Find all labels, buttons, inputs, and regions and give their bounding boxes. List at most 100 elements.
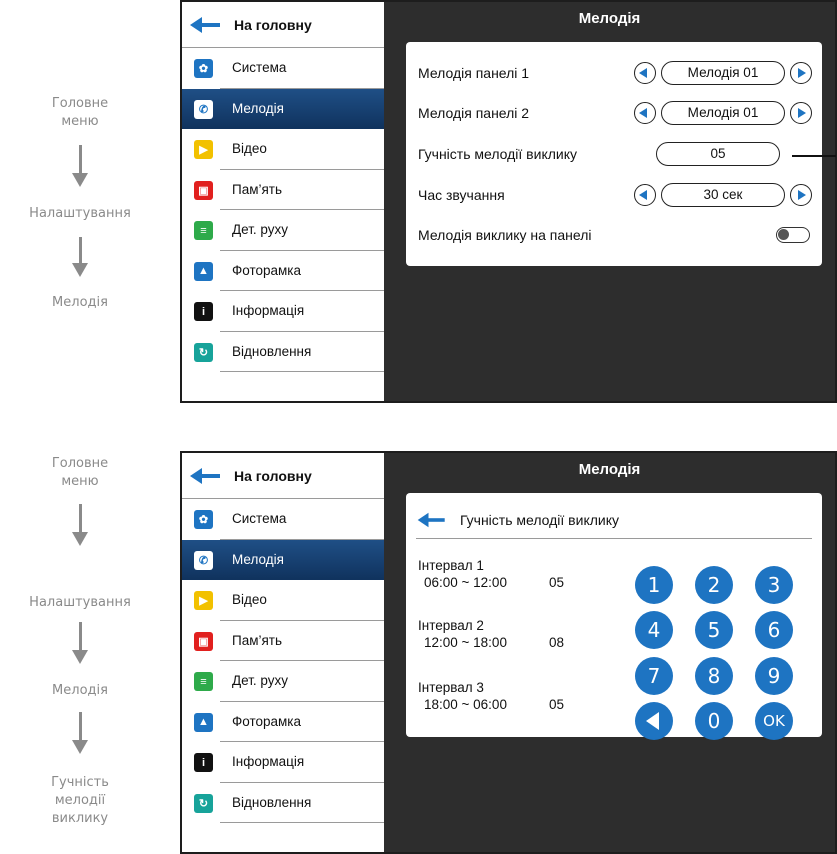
- keypad-header-label: Гучність мелодії виклику: [460, 511, 619, 528]
- side-menu: На головну ✿ Система ✆ Мелодія ▶ Відео ▣ Пам…: [182, 453, 384, 852]
- menu-item-restore[interactable]: ↻ Відновлення: [194, 783, 384, 823]
- menu-item-motion[interactable]: ≡ Дет. руху: [194, 661, 384, 702]
- panel2-melody-value: Мелодія 01: [661, 101, 785, 125]
- back-arrow-icon[interactable]: [417, 511, 449, 529]
- next-arrow-icon[interactable]: [790, 62, 812, 84]
- restore-icon: ↻: [194, 342, 213, 362]
- menu-item-photoframe[interactable]: ▲ Фоторамка: [194, 702, 384, 742]
- key-9[interactable]: 9: [755, 657, 793, 695]
- motion-icon: ≡: [194, 221, 213, 240]
- memory-icon: ▣: [194, 631, 213, 651]
- flow-text: Мелодія: [52, 683, 108, 698]
- interval-name: Інтервал 2: [418, 618, 484, 633]
- flow-step-main-menu: Головне меню: [0, 95, 160, 131]
- flow-text: Гучність мелодії виклику: [51, 775, 109, 826]
- key-8[interactable]: 8: [695, 657, 733, 695]
- menu-item-restore[interactable]: ↻ Відновлення: [194, 332, 384, 372]
- prev-arrow-icon[interactable]: [634, 184, 656, 206]
- next-arrow-icon[interactable]: [790, 184, 812, 206]
- menu-item-motion[interactable]: ≡ Дет. руху: [194, 210, 384, 251]
- interval-name: Інтервал 3: [418, 680, 484, 695]
- picture-icon: ▲: [194, 712, 213, 732]
- home-button[interactable]: На головну: [182, 2, 384, 48]
- backspace-key-icon[interactable]: [635, 702, 673, 740]
- interval-range: 06:00 ~ 12:00: [424, 575, 507, 590]
- info-icon: i: [194, 302, 213, 321]
- panel2-melody-label: Мелодія панелі 2: [418, 105, 530, 121]
- flow-arrow-down-icon: [72, 504, 88, 546]
- flow-step-main-menu: Головне меню: [0, 455, 160, 491]
- key-2[interactable]: 2: [695, 566, 733, 604]
- menu-item-label: Фоторамка: [232, 262, 302, 278]
- key-1[interactable]: 1: [635, 566, 673, 604]
- menu-item-system[interactable]: ✿ Система: [194, 48, 384, 89]
- menu-item-video[interactable]: ▶ Відео: [194, 129, 384, 170]
- flow-text: Налаштування: [29, 595, 131, 610]
- phone-icon: ✆: [194, 99, 213, 119]
- menu-item-label: Система: [232, 60, 287, 76]
- next-arrow-icon[interactable]: [790, 102, 812, 124]
- back-arrow-icon: [190, 15, 224, 35]
- flow-text: Головне меню: [51, 456, 109, 489]
- menu-item-info[interactable]: i Інформація: [194, 742, 384, 783]
- flow-text: Головне меню: [51, 96, 109, 129]
- menu-item-label: Дет. руху: [232, 673, 288, 689]
- menu-item-label: Мелодія: [232, 100, 284, 116]
- device-screen-call-volume: На головну ✿ Система ✆ Мелодія ▶ Відео ▣ Пам…: [180, 451, 837, 854]
- menu-item-system[interactable]: ✿ Система: [194, 499, 384, 540]
- ok-key[interactable]: OK: [755, 702, 793, 740]
- menu-item-memory[interactable]: ▣ Пам’ять: [194, 621, 384, 661]
- motion-icon: ≡: [194, 672, 213, 691]
- home-button[interactable]: На головну: [182, 453, 384, 499]
- interval-range: 18:00 ~ 06:00: [424, 697, 507, 712]
- call-volume-value[interactable]: 05: [656, 142, 780, 166]
- panel1-melody-value: Мелодія 01: [661, 61, 785, 85]
- interval-3[interactable]: Інтервал 3 18:00 ~ 06:00 05: [418, 679, 564, 713]
- menu-item-info[interactable]: i Інформація: [194, 291, 384, 332]
- prev-arrow-icon[interactable]: [634, 102, 656, 124]
- menu-item-label: Інформація: [232, 754, 305, 770]
- panel-ringtone-row: Мелодія виклику на панелі: [418, 220, 812, 250]
- ring-duration-value: 30 сек: [661, 183, 785, 207]
- key-7[interactable]: 7: [635, 657, 673, 695]
- panel-ringtone-label: Мелодія виклику на панелі: [418, 227, 592, 243]
- picture-icon: ▲: [194, 261, 213, 281]
- prev-arrow-icon[interactable]: [634, 62, 656, 84]
- key-5[interactable]: 5: [695, 611, 733, 649]
- interval-range: 12:00 ~ 18:00: [424, 635, 507, 650]
- restore-icon: ↻: [194, 793, 213, 813]
- panel1-melody-row: Мелодія панелі 1 Мелодія 01: [418, 58, 812, 88]
- interval-value: 05: [549, 575, 565, 590]
- interval-2[interactable]: Інтервал 2 12:00 ~ 18:00 08: [418, 617, 564, 651]
- melody-settings-card: Мелодія панелі 1 Мелодія 01 Мелодія пане…: [406, 42, 822, 266]
- menu-item-memory[interactable]: ▣ Пам’ять: [194, 170, 384, 210]
- screen-title: Мелодія: [578, 10, 641, 27]
- flow-step-settings: Налаштування: [0, 205, 160, 223]
- home-label: На головну: [234, 467, 312, 484]
- callout-line: [792, 155, 836, 157]
- menu-item-video[interactable]: ▶ Відео: [194, 580, 384, 621]
- key-6[interactable]: 6: [755, 611, 793, 649]
- key-3[interactable]: 3: [755, 566, 793, 604]
- panel2-melody-row: Мелодія панелі 2 Мелодія 01: [418, 98, 812, 128]
- memory-icon: ▣: [194, 180, 213, 200]
- interval-value: 08: [549, 635, 565, 650]
- panel-ringtone-toggle[interactable]: [776, 227, 810, 243]
- call-volume-row[interactable]: Гучність мелодії виклику 05: [418, 139, 812, 169]
- menu-item-label: Відновлення: [232, 794, 312, 810]
- key-4[interactable]: 4: [635, 611, 673, 649]
- interval-1[interactable]: Інтервал 1 06:00 ~ 12:00 05: [418, 557, 564, 591]
- call-volume-label: Гучність мелодії виклику: [418, 146, 577, 162]
- menu-item-melody[interactable]: ✆ Мелодія: [182, 88, 384, 129]
- device-screen-melody-settings: На головну ✿ Система ✆ Мелодія ▶ Відео ▣ Пам…: [180, 0, 837, 403]
- key-0[interactable]: 0: [695, 702, 733, 740]
- panel1-melody-label: Мелодія панелі 1: [418, 65, 530, 81]
- menu-item-label: Пам’ять: [232, 632, 283, 648]
- menu-item-melody[interactable]: ✆ Мелодія: [182, 539, 384, 580]
- keypad-header: Гучність мелодії виклику: [416, 509, 812, 539]
- home-label: На головну: [234, 16, 312, 33]
- menu-item-photoframe[interactable]: ▲ Фоторамка: [194, 251, 384, 291]
- menu-item-label: Дет. руху: [232, 222, 288, 238]
- flow-arrow-down-icon: [72, 712, 88, 754]
- menu-item-label: Відновлення: [232, 343, 312, 359]
